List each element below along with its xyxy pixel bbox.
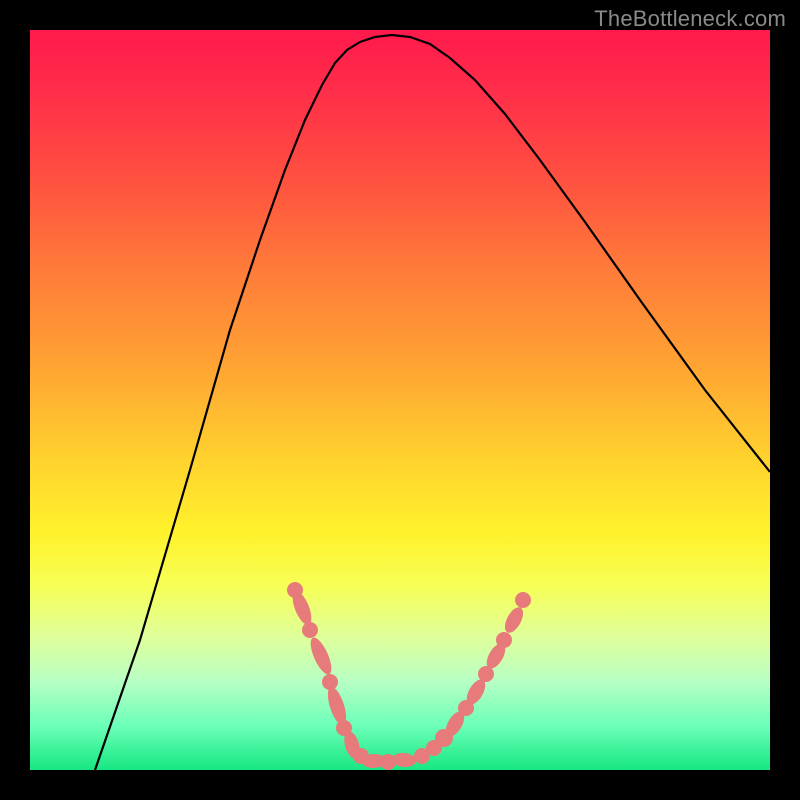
watermark-text: TheBottleneck.com (594, 6, 786, 32)
curve-svg (30, 30, 770, 770)
curve-marker (302, 622, 318, 638)
bottleneck-curve (95, 35, 770, 770)
curve-marker (515, 592, 531, 608)
chart-frame: TheBottleneck.com (0, 0, 800, 800)
curve-marker (306, 635, 335, 677)
curve-markers (287, 582, 531, 770)
curve-marker (496, 632, 512, 648)
curve-marker (391, 752, 416, 768)
curve-marker (501, 604, 527, 635)
plot-area (30, 30, 770, 770)
